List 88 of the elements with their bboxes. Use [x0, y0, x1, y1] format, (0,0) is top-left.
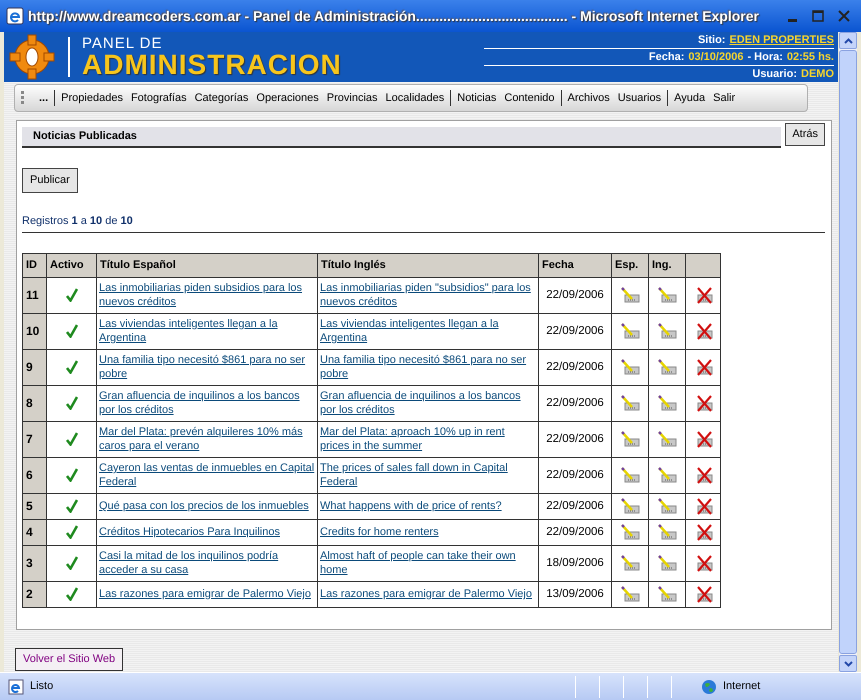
back-to-site-button[interactable]: Volver el Sitio Web — [15, 648, 124, 670]
edit-icon[interactable] — [656, 523, 678, 541]
id-cell: 10 — [22, 313, 46, 349]
edit-icon[interactable] — [656, 286, 678, 304]
menu-item[interactable]: Operaciones — [252, 90, 323, 106]
edit-icon[interactable] — [619, 358, 641, 376]
window-title: http://www.dreamcoders.com.ar - Panel de Administración....................................... - Microsoft Internet Explorer — [28, 6, 760, 26]
globe-icon — [701, 678, 717, 694]
menu-item[interactable]: Propiedades — [57, 90, 127, 106]
id-cell: 5 — [22, 493, 46, 519]
edit-icon[interactable] — [619, 554, 641, 572]
date-cell: 22/09/2006 — [538, 385, 612, 421]
records-count: Registros 1 a 10 de 10 — [22, 212, 825, 233]
edit-icon[interactable] — [656, 358, 678, 376]
page-icon — [8, 678, 24, 694]
edit-icon[interactable] — [619, 523, 641, 541]
date-label: Fecha: — [648, 51, 684, 64]
menu-item[interactable]: Localidades — [382, 90, 448, 106]
maximize-icon — [812, 10, 824, 22]
id-cell: 11 — [22, 277, 46, 313]
menu-item[interactable]: Contenido — [500, 90, 559, 106]
date-cell: 22/09/2006 — [538, 519, 612, 545]
time-value: 02:55 hs. — [786, 51, 834, 64]
edit-icon[interactable] — [619, 497, 641, 515]
section-title: Noticias Publicadas — [22, 127, 782, 148]
date-cell: 22/09/2006 — [538, 421, 612, 457]
gear-logo-icon — [8, 33, 56, 81]
edit-icon[interactable] — [619, 585, 641, 603]
id-cell: 2 — [22, 581, 46, 607]
panel-title: ADMINISTRACION — [82, 50, 342, 78]
security-zone: Internet — [723, 679, 762, 694]
user-value: DEMO — [801, 68, 834, 81]
column-header: Activo — [46, 254, 96, 277]
back-button[interactable]: Atrás — [785, 123, 825, 146]
date-cell: 22/09/2006 — [538, 277, 612, 313]
column-header: Fecha — [538, 254, 612, 277]
minimize-icon — [788, 19, 796, 22]
status-text: Listo — [30, 679, 54, 694]
menu-item[interactable]: Noticias — [453, 90, 500, 106]
scroll-down-button[interactable] — [839, 655, 857, 672]
menu-item[interactable]: Fotografías — [126, 90, 191, 106]
id-cell: 8 — [22, 385, 46, 421]
date-value: 03/10/2006 — [688, 51, 744, 64]
column-header: Ing. — [648, 254, 686, 277]
edit-icon[interactable] — [619, 322, 641, 340]
menu-item[interactable]: Categorías — [190, 90, 252, 106]
date-cell: 18/09/2006 — [538, 545, 612, 581]
column-header: Título Inglés — [318, 254, 538, 277]
site-label: Sitio: — [698, 34, 726, 47]
time-label: - Hora: — [747, 51, 783, 64]
date-cell: 22/09/2006 — [538, 349, 612, 385]
id-cell: 4 — [22, 519, 46, 545]
menu-item[interactable]: Archivos — [564, 90, 614, 106]
column-header: Esp. — [612, 254, 648, 277]
column-header: Título Español — [96, 254, 318, 277]
site-link[interactable]: EDEN PROPERTIES — [729, 34, 834, 47]
edit-icon[interactable] — [656, 585, 678, 603]
user-label: Usuario: — [752, 68, 797, 81]
edit-icon[interactable] — [619, 466, 641, 484]
edit-icon[interactable] — [656, 497, 678, 515]
id-cell: 3 — [22, 545, 46, 581]
publish-button[interactable]: Publicar — [22, 168, 78, 192]
edit-icon[interactable] — [619, 394, 641, 412]
edit-icon[interactable] — [656, 554, 678, 572]
date-cell: 13/09/2006 — [538, 581, 612, 607]
menu-item[interactable]: Provincias — [322, 90, 382, 106]
id-cell: 6 — [22, 457, 46, 493]
grip-icon — [21, 91, 25, 105]
id-cell: 9 — [22, 349, 46, 385]
date-cell: 22/09/2006 — [538, 493, 612, 519]
id-cell: 7 — [22, 421, 46, 457]
edit-icon[interactable] — [619, 430, 641, 448]
edit-icon[interactable] — [656, 394, 678, 412]
menu-item[interactable]: Ayuda — [670, 90, 710, 106]
edit-icon[interactable] — [619, 286, 641, 304]
more-menu-item[interactable]: ... — [35, 90, 52, 106]
date-cell: 22/09/2006 — [538, 313, 612, 349]
browser-icon — [6, 7, 24, 25]
close-icon — [838, 10, 850, 22]
column-header: ID — [22, 254, 46, 277]
menu-item[interactable]: Salir — [709, 90, 740, 106]
scroll-up-button[interactable] — [839, 32, 857, 49]
menu-item[interactable]: Usuarios — [614, 90, 666, 106]
date-cell: 22/09/2006 — [538, 457, 612, 493]
edit-icon[interactable] — [656, 430, 678, 448]
panel-subtitle: PANEL DE — [82, 36, 164, 50]
edit-icon[interactable] — [656, 466, 678, 484]
edit-icon[interactable] — [656, 322, 678, 340]
